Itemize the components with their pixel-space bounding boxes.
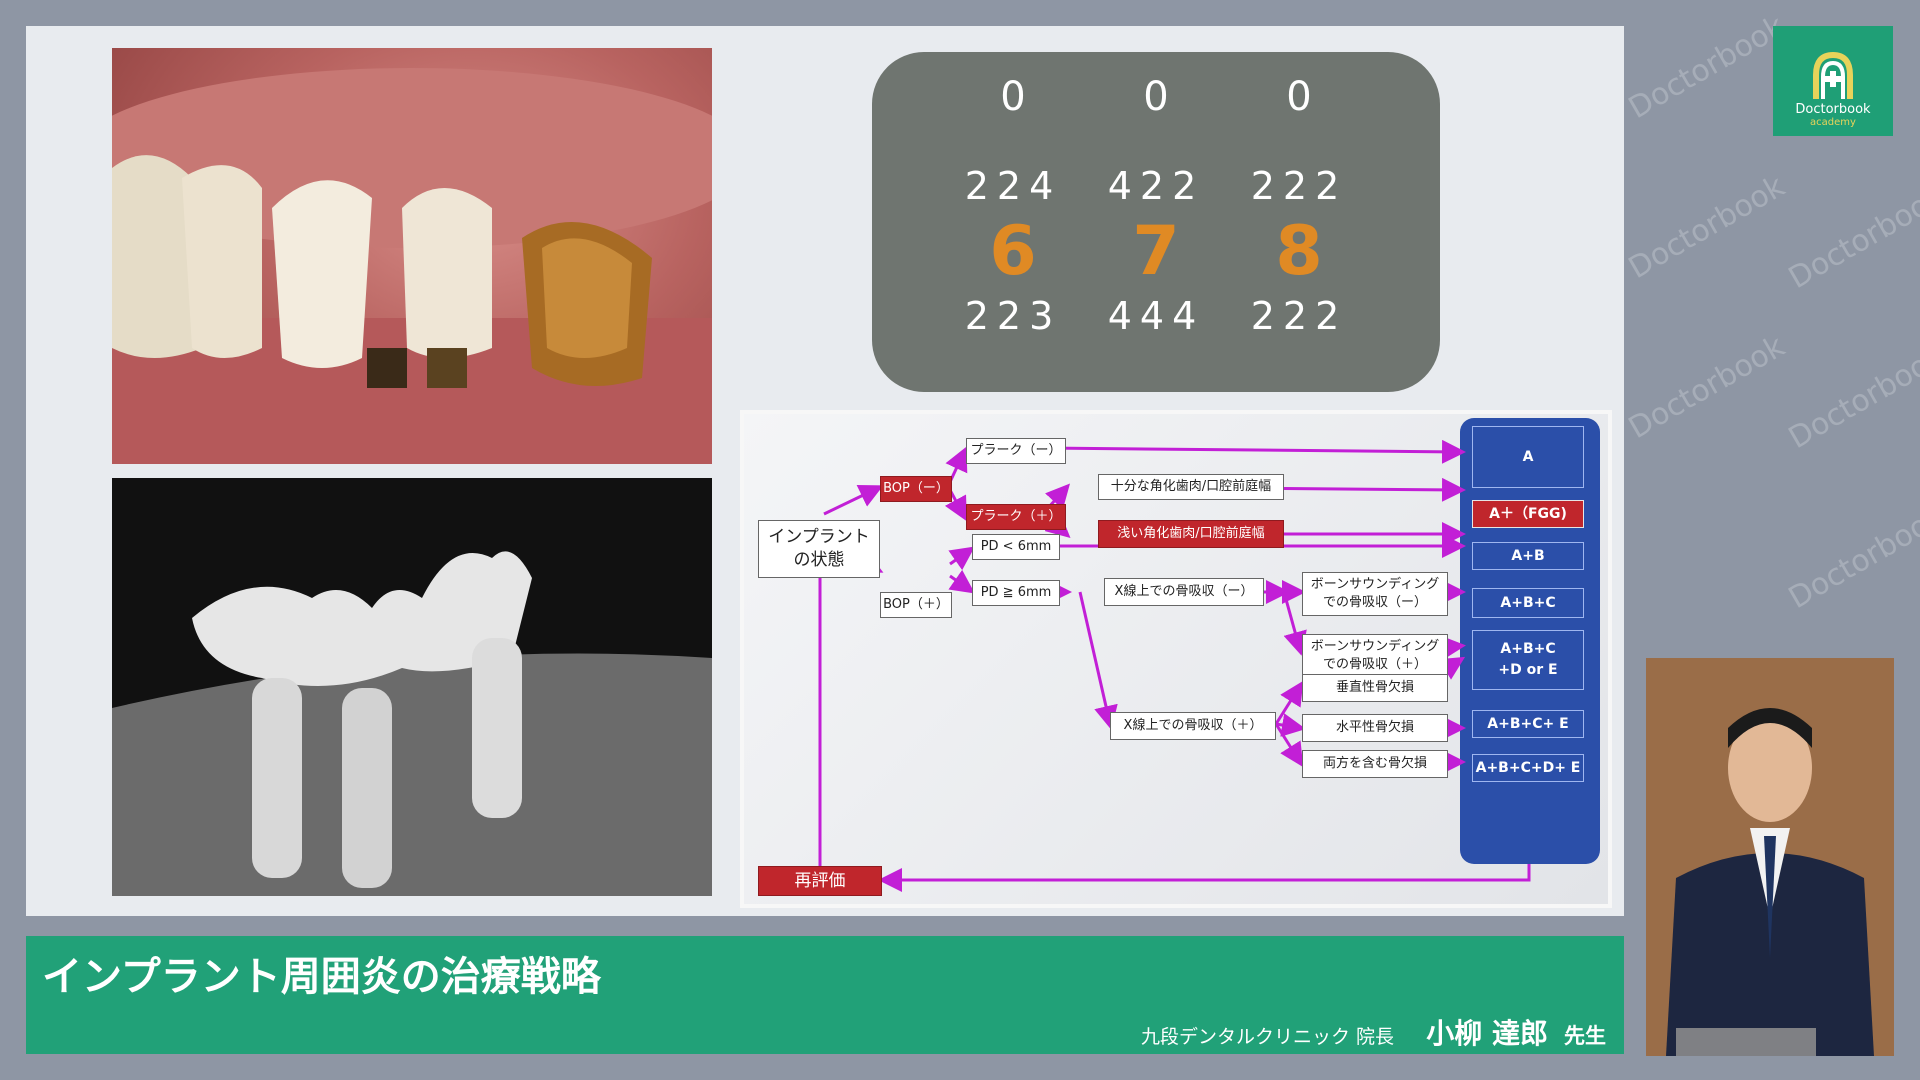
node-plaque-negative: プラーク（ー） — [966, 438, 1066, 464]
node-xray-bone-loss-negative: X線上での骨吸収（ー） — [1104, 578, 1264, 606]
node-bop-negative: BOP（ー） — [880, 476, 952, 502]
clinical-photo — [112, 48, 712, 464]
node-bone-sounding-negative: ボーンサウンディング での骨吸収（ー） — [1302, 572, 1448, 616]
watermark: Doctorbook — [1782, 338, 1920, 457]
chart-top-value: 0 — [1000, 74, 1026, 120]
xray-image — [112, 478, 712, 896]
node-reevaluation: 再評価 — [758, 866, 882, 896]
node-shallow-keratinized: 浅い角化歯肉/口腔前庭幅 — [1098, 520, 1284, 548]
speaker-affiliation: 九段デンタルクリニック 院長 — [1140, 1026, 1394, 1048]
node-combined-defect: 両方を含む骨欠損 — [1302, 750, 1448, 778]
chart-top-value: 0 — [1143, 74, 1169, 120]
watermark: Doctorbook — [1782, 178, 1920, 297]
node-pd-lt-6mm: PD < 6mm — [972, 534, 1060, 560]
node-pd-ge-6mm: PD ≧ 6mm — [972, 580, 1060, 606]
node-xray-bone-loss-positive: X線上での骨吸収（＋） — [1110, 712, 1276, 740]
node-bone-sounding-positive: ボーンサウンディング での骨吸収（＋） — [1302, 634, 1448, 678]
chart-tooth-number: 7 — [1132, 212, 1180, 291]
node-enough-keratinized: 十分な角化歯肉/口腔前庭幅 — [1098, 474, 1284, 500]
watermark: Doctorbook — [1622, 168, 1791, 287]
speaker-name: 小柳 達郎 — [1426, 1017, 1548, 1050]
chart-tooth-number: 6 — [989, 212, 1037, 291]
treatment-flowchart: A A＋（FGG) A+B A+B+C A+B+C +D or E A+B+C+… — [740, 410, 1612, 908]
node-vertical-defect: 垂直性骨欠損 — [1302, 674, 1448, 702]
talk-title: インプラント周囲炎の治療戦略 — [42, 954, 601, 1000]
speaker-honorific: 先生 — [1564, 1024, 1606, 1048]
chart-tooth-number: 8 — [1275, 212, 1323, 291]
watermark: Doctorbook — [1622, 328, 1791, 447]
watermark: Doctorbook — [1782, 498, 1920, 617]
doctorbook-logo: Doctorbook academy — [1773, 26, 1893, 136]
node-bop-positive: BOP（＋） — [880, 592, 952, 618]
chart-top-value: 0 — [1286, 74, 1312, 120]
probing-depth-chart: 0 0 0 224 422 222 6 7 8 223 444 222 — [872, 52, 1440, 392]
lower-third-banner: インプラント周囲炎の治療戦略 九段デンタルクリニック 院長 小柳 達郎 先生 — [26, 936, 1624, 1054]
chart-lower-value: 222 — [1250, 294, 1348, 338]
node-implant-status: インプラント の状態 — [758, 520, 880, 578]
watermark: Doctorbook — [1622, 8, 1791, 127]
chart-upper-value: 224 — [964, 164, 1062, 208]
doctorbook-logo-icon — [1813, 51, 1853, 99]
chart-lower-value: 444 — [1107, 294, 1205, 338]
logo-name: Doctorbook — [1795, 101, 1871, 117]
speaker-video — [1646, 658, 1894, 1056]
chart-upper-value: 422 — [1107, 164, 1205, 208]
logo-sub: academy — [1810, 117, 1856, 128]
chart-upper-value: 222 — [1250, 164, 1348, 208]
chart-lower-value: 223 — [964, 294, 1062, 338]
node-horizontal-defect: 水平性骨欠損 — [1302, 714, 1448, 742]
presentation-slide: 0 0 0 224 422 222 6 7 8 223 444 222 A A＋… — [26, 26, 1624, 916]
node-plaque-positive: プラーク（＋） — [966, 504, 1066, 530]
